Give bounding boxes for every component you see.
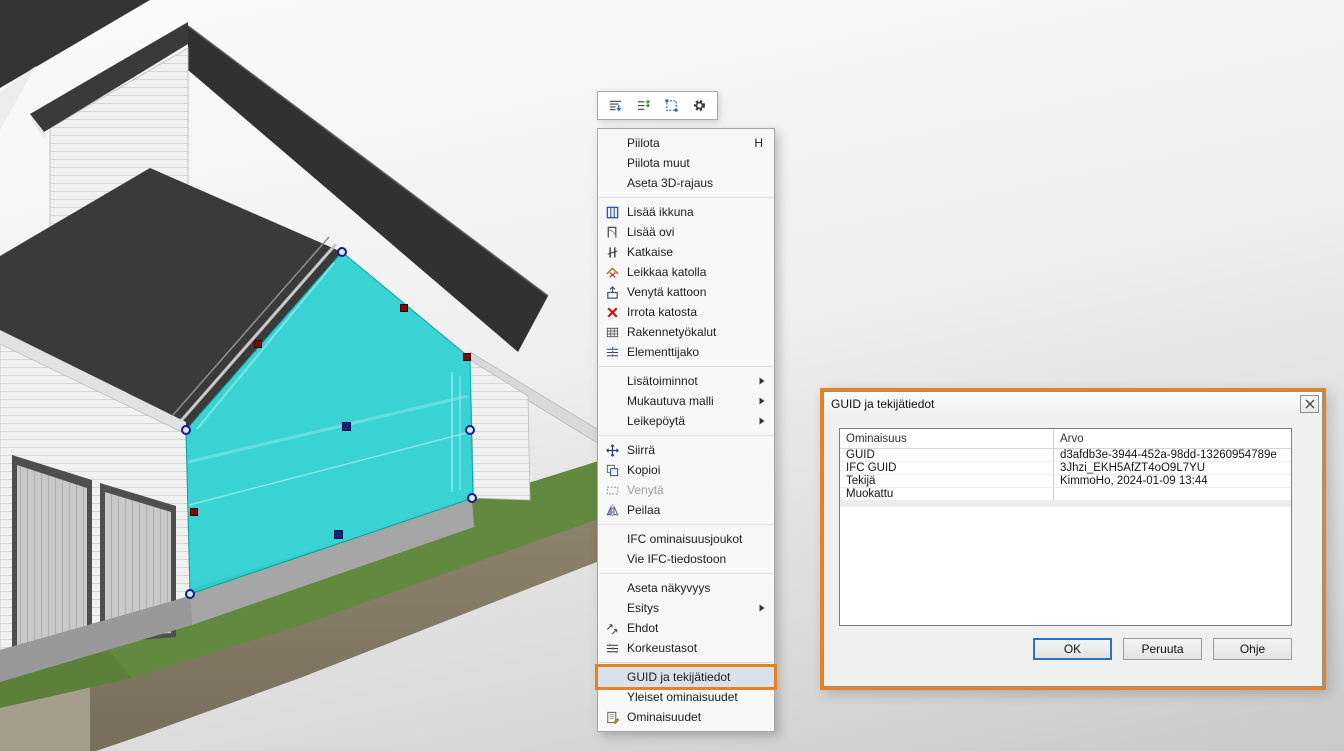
menu-item-leikkaa-katolla[interactable]: Leikkaa katolla [598, 262, 774, 282]
table-row[interactable]: IFC GUID3Jhzi_EKH5AfZT4oO9L7YU [840, 462, 1291, 475]
break-icon [604, 244, 621, 260]
menu-item-ominaisuudet[interactable]: Ominaisuudet [598, 707, 774, 727]
menu-separator [599, 524, 773, 525]
table-row[interactable]: GUIDd3afdb3e-3944-452a-98dd-13260954789e [840, 449, 1291, 462]
menu-separator [599, 197, 773, 198]
stretch-to-roof-icon [604, 284, 621, 300]
menu-item-korkeustasot[interactable]: Korkeustasot [598, 638, 774, 658]
table-body: GUIDd3afdb3e-3944-452a-98dd-13260954789e… [840, 449, 1291, 507]
menu-item-guid-ja-tekijatiedot[interactable]: GUID ja tekijätiedot [598, 667, 774, 687]
menu-item-kopioi[interactable]: Kopioi [598, 460, 774, 480]
menu-item-yleiset-ominaisuudet[interactable]: Yleiset ominaisuudet [598, 687, 774, 707]
menu-item-lisaa-ikkuna[interactable]: Lisää ikkuna [598, 202, 774, 222]
selection-handle[interactable] [335, 531, 343, 539]
door-icon [604, 224, 621, 240]
peruuta-button[interactable]: Peruuta [1123, 638, 1202, 660]
transfer-settings-icon[interactable] [634, 96, 653, 115]
levels-icon [604, 640, 621, 656]
table-header-row: Ominaisuus Arvo [840, 429, 1291, 449]
dialog-highlight-frame: GUID ja tekijätiedot Ominaisuus Arvo GUI… [820, 388, 1326, 690]
submenu-arrow-icon [758, 377, 766, 385]
menu-separator [599, 662, 773, 663]
context-menu: PiilotaHPiilota muutAseta 3D-rajaus Lisää… [597, 128, 775, 732]
menu-item-siirra[interactable]: Siirrä [598, 440, 774, 460]
menu-item-aseta-nakyvyys[interactable]: Aseta näkyvyys [598, 578, 774, 598]
table-row[interactable]: Muokattu [840, 488, 1291, 501]
dialog-body: Ominaisuus Arvo GUIDd3afdb3e-3944-452a-9… [824, 415, 1322, 686]
element-division-icon [604, 344, 621, 360]
selection-handle[interactable] [464, 354, 471, 361]
shortcut-key: H [754, 136, 766, 150]
conditions-icon [604, 620, 621, 636]
menu-item-venyta-kattoon[interactable]: Venytä kattoon [598, 282, 774, 302]
dialog-close-button[interactable] [1300, 395, 1319, 413]
menu-item-aseta-3d-rajaus[interactable]: Aseta 3D-rajaus [598, 173, 774, 193]
selection-handle[interactable] [343, 423, 351, 431]
guid-dialog: GUID ja tekijätiedot Ominaisuus Arvo GUI… [823, 391, 1323, 687]
structure-tools-icon [604, 324, 621, 340]
table-row-empty [840, 506, 1291, 507]
roof-cut-icon [604, 264, 621, 280]
menu-separator [599, 366, 773, 367]
menu-item-vie-ifc-tiedostoon[interactable]: Vie IFC-tiedostoon [598, 549, 774, 569]
move-icon [604, 442, 621, 458]
properties-table: Ominaisuus Arvo GUIDd3afdb3e-3944-452a-9… [839, 428, 1292, 626]
dialog-title: GUID ja tekijätiedot [831, 397, 1300, 411]
selection-handle[interactable] [338, 248, 346, 256]
selection-handle[interactable] [186, 590, 194, 598]
submenu-arrow-icon [758, 397, 766, 405]
sort-list-icon[interactable] [606, 96, 625, 115]
mirror-icon [604, 502, 621, 518]
dialog-button-row: OK Peruuta Ohje [839, 638, 1292, 660]
table-row[interactable]: TekijäKimmoHo, 2024-01-09 13:44 [840, 475, 1291, 488]
properties-icon [604, 709, 621, 725]
selection-handle[interactable] [401, 305, 408, 312]
menu-item-lisatoiminnot[interactable]: Lisätoiminnot [598, 371, 774, 391]
menu-separator [599, 435, 773, 436]
selection-handle[interactable] [468, 494, 476, 502]
window-icon [604, 204, 621, 220]
menu-item-esitys[interactable]: Esitys [598, 598, 774, 618]
menu-item-elementtijako[interactable]: Elementtijako [598, 342, 774, 362]
selection-handle[interactable] [182, 426, 190, 434]
floating-toolbar [597, 91, 718, 120]
menu-item-peilaa[interactable]: Peilaa [598, 500, 774, 520]
menu-item-leikepoyta[interactable]: Leikepöytä [598, 411, 774, 431]
menu-item-venyta[interactable]: Venytä [598, 480, 774, 500]
gear-icon[interactable] [690, 96, 709, 115]
menu-item-ehdot[interactable]: Ehdot [598, 618, 774, 638]
menu-item-lisaa-ovi[interactable]: Lisää ovi [598, 222, 774, 242]
menu-item-ifc-ominaisuusjoukot[interactable]: IFC ominaisuusjoukot [598, 529, 774, 549]
submenu-arrow-icon [758, 417, 766, 425]
copy-icon [604, 462, 621, 478]
menu-item-rakennetyokalut[interactable]: Rakennetyökalut [598, 322, 774, 342]
menu-separator [599, 573, 773, 574]
menu-item-piilota[interactable]: PiilotaH [598, 133, 774, 153]
stretch-icon [604, 482, 621, 498]
right-end-wall [470, 360, 530, 500]
garage-door[interactable] [17, 465, 87, 646]
selection-handle[interactable] [466, 426, 474, 434]
3d-viewport[interactable] [0, 0, 660, 751]
menu-item-mukautuva-malli[interactable]: Mukautuva malli [598, 391, 774, 411]
selection-handle[interactable] [191, 509, 198, 516]
dialog-titlebar[interactable]: GUID ja tekijätiedot [824, 392, 1322, 415]
application-window: PiilotaHPiilota muutAseta 3D-rajaus Lisää… [0, 0, 1344, 751]
column-header-ominaisuus: Ominaisuus [840, 429, 1054, 448]
select-area-icon[interactable] [662, 96, 681, 115]
selection-handle[interactable] [255, 341, 262, 348]
column-header-arvo: Arvo [1054, 429, 1291, 448]
ok-button[interactable]: OK [1033, 638, 1112, 660]
close-icon [1305, 399, 1315, 409]
submenu-arrow-icon [758, 604, 766, 612]
menu-item-piilota-muut[interactable]: Piilota muut [598, 153, 774, 173]
menu-item-irrota-katosta[interactable]: Irrota katosta [598, 302, 774, 322]
menu-item-katkaise[interactable]: Katkaise [598, 242, 774, 262]
detach-from-roof-icon [604, 304, 621, 320]
ohje-button[interactable]: Ohje [1213, 638, 1292, 660]
